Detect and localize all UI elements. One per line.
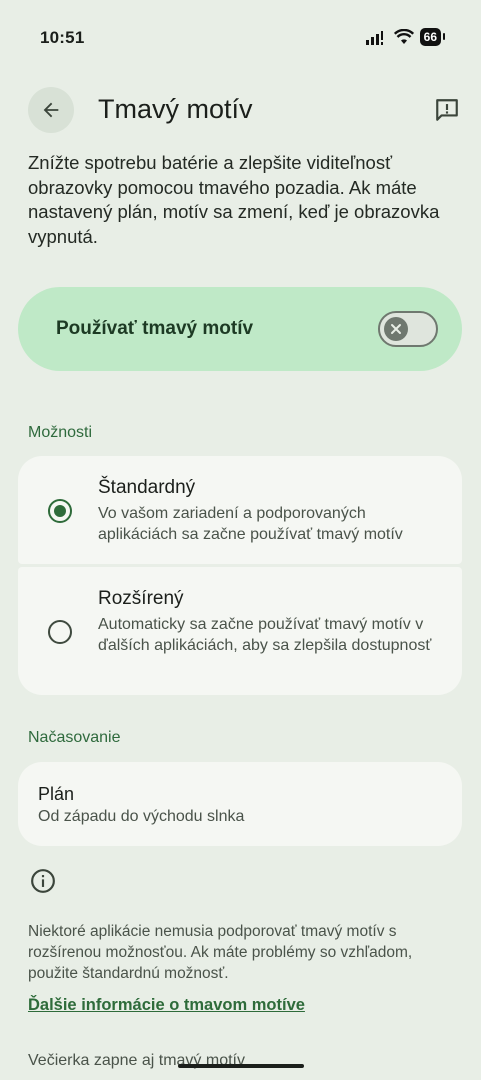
status-bar: 10:51 66 bbox=[0, 0, 481, 70]
close-icon bbox=[391, 324, 401, 334]
home-indicator[interactable] bbox=[178, 1064, 304, 1068]
plan-title: Plán bbox=[38, 784, 75, 804]
option-extended-subtitle: Automaticky sa začne používať tmavý motí… bbox=[98, 616, 432, 654]
schedule-plan-row[interactable]: Plán Od západu do východu slnka bbox=[18, 762, 462, 846]
option-standard-subtitle: Vo vašom zariadení a podporovaných aplik… bbox=[98, 505, 403, 543]
status-time: 10:51 bbox=[40, 28, 85, 47]
radio-standard[interactable] bbox=[48, 499, 72, 523]
toggle-knob bbox=[384, 317, 408, 341]
option-standard[interactable]: Štandardný Vo vašom zariadení a podporov… bbox=[18, 456, 462, 564]
status-icons: 66 bbox=[365, 28, 446, 46]
feedback-button[interactable] bbox=[429, 92, 465, 128]
radio-extended[interactable] bbox=[48, 620, 72, 644]
learn-more-link[interactable]: Ďalšie informácie o tmavom motíve bbox=[28, 996, 305, 1015]
info-icon bbox=[31, 869, 55, 893]
schedule-section-header: Načasovanie bbox=[28, 729, 121, 746]
option-extended[interactable]: Rozšírený Automaticky sa začne používať … bbox=[18, 567, 462, 695]
option-extended-title: Rozšírený bbox=[98, 588, 184, 609]
back-button[interactable] bbox=[28, 87, 74, 133]
description-text: Znížte spotrebu batérie a zlepšite vidit… bbox=[28, 152, 440, 247]
compatibility-note: Niektoré aplikácie nemusia podporovať tm… bbox=[28, 923, 413, 982]
dark-theme-toggle[interactable] bbox=[378, 311, 438, 347]
feedback-icon bbox=[436, 99, 458, 121]
wifi-icon bbox=[393, 29, 414, 44]
page-title: Tmavý motív bbox=[98, 94, 253, 124]
arrow-back-icon bbox=[43, 102, 59, 118]
options-section-header: Možnosti bbox=[28, 424, 93, 441]
signal-icon bbox=[365, 31, 383, 45]
plan-subtitle: Od západu do východu slnka bbox=[38, 808, 245, 825]
option-standard-title: Štandardný bbox=[98, 477, 196, 498]
use-dark-theme-label: Používať tmavý motív bbox=[56, 318, 254, 339]
battery-icon: 66 bbox=[419, 28, 446, 46]
app-bar: Tmavý motív bbox=[0, 80, 481, 140]
use-dark-theme-switch-row[interactable]: Používať tmavý motív bbox=[18, 287, 462, 371]
